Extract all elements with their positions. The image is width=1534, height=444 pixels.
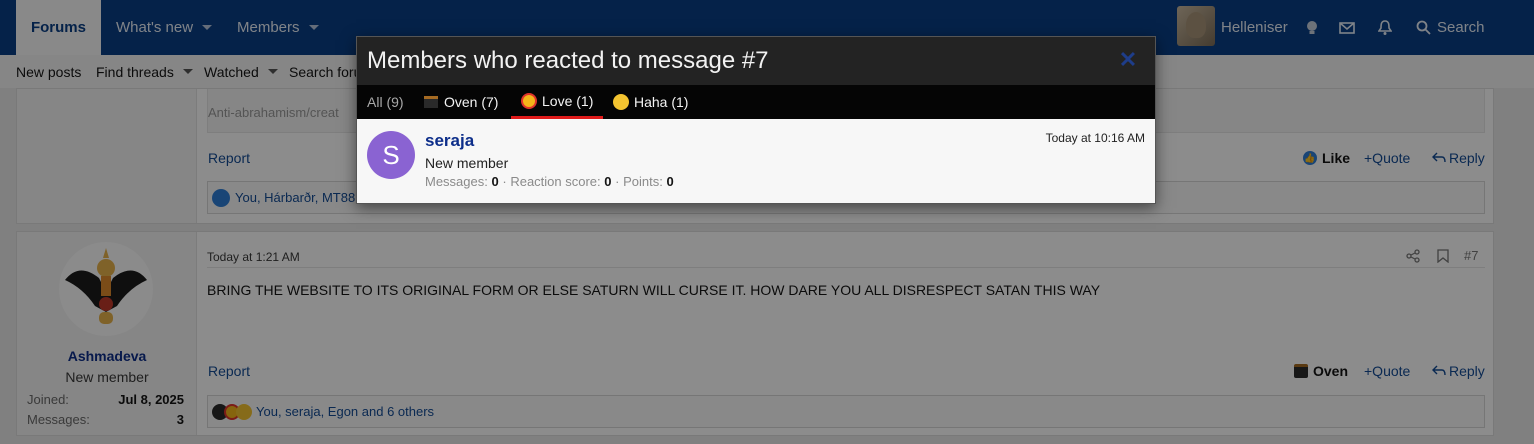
- tab-love-label: Love (1): [542, 92, 594, 109]
- messages-label: Messages:: [425, 174, 488, 189]
- tab-love[interactable]: Love (1): [511, 85, 604, 119]
- reaction-time: Today at 10:16 AM: [1045, 131, 1145, 145]
- modal-title: Members who reacted to message #7: [367, 47, 769, 74]
- tab-all-label: All (9): [367, 94, 404, 110]
- haha-emoji-icon: [613, 94, 629, 110]
- reaction-score-value: 0: [604, 174, 612, 189]
- member-stats: Messages: 0 · Reaction score: 0 · Points…: [425, 174, 674, 189]
- member-row: S seraja New member Messages: 0 · Reacti…: [357, 119, 1155, 203]
- oven-icon: [424, 96, 438, 108]
- points-value: 0: [666, 174, 674, 189]
- member-title: New member: [425, 155, 509, 171]
- messages-value: 0: [491, 174, 499, 189]
- reactions-modal: Members who reacted to message #7 ✕ All …: [356, 36, 1156, 204]
- points-label: Points:: [623, 174, 663, 189]
- tab-all[interactable]: All (9): [367, 85, 404, 119]
- reaction-score-label: Reaction score:: [510, 174, 601, 189]
- tab-oven[interactable]: Oven (7): [424, 85, 498, 119]
- stats-separator: ·: [615, 174, 620, 189]
- member-avatar-letter: S: [382, 139, 400, 170]
- close-icon[interactable]: ✕: [1117, 49, 1139, 71]
- reaction-tabs: All (9) Oven (7) Love (1) Haha (1): [357, 85, 1155, 119]
- tab-haha[interactable]: Haha (1): [613, 85, 688, 119]
- love-emoji-icon: [521, 92, 537, 109]
- stats-separator: ·: [502, 174, 507, 189]
- member-avatar[interactable]: S: [367, 131, 415, 179]
- member-name[interactable]: seraja: [425, 131, 474, 151]
- tab-haha-label: Haha (1): [634, 94, 689, 110]
- tab-oven-label: Oven (7): [444, 94, 499, 110]
